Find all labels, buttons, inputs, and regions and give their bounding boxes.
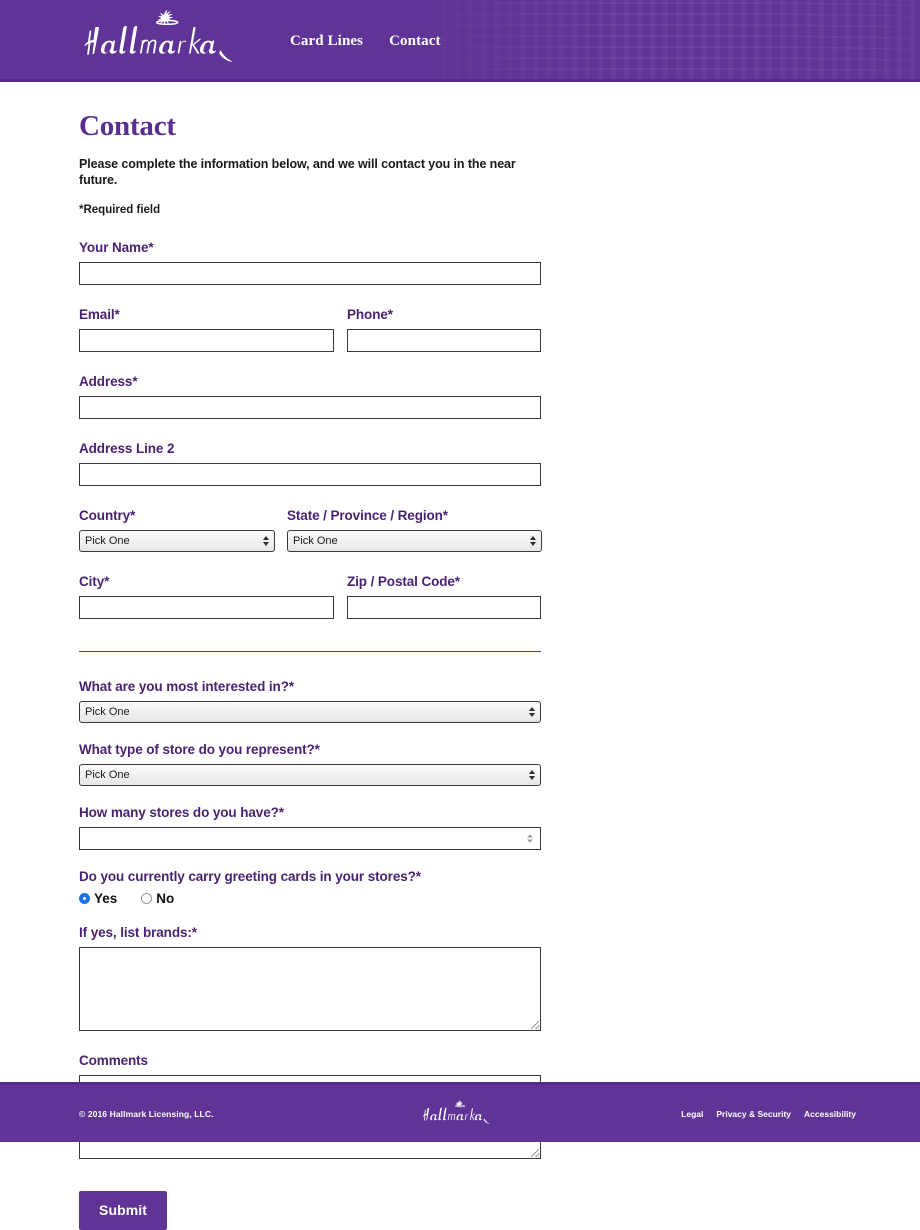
field-email: Email* [79,307,334,352]
interest-select[interactable]: Pick One [79,700,541,723]
email-input[interactable] [79,328,334,352]
field-brands: If yes, list brands:* [79,925,541,1031]
radio-yes-label: Yes [94,890,118,906]
row-city-zip: City* Zip / Postal Code* [79,574,541,619]
hallmark-logo[interactable] [72,9,262,71]
label-city: City* [79,573,110,589]
section-divider [79,650,541,652]
required-field-note: *Required field [79,203,161,216]
state-select[interactable]: Pick One [287,529,542,552]
label-zip-postal-code: Zip / Postal Code* [347,573,460,589]
label-store-count: How many stores do you have?* [79,804,284,820]
radio-no-label: No [156,890,175,906]
footer-links[interactable]: Legal Privacy & Security Accessibility [681,1109,856,1119]
store-count-wrap[interactable] [79,826,541,850]
field-address: Address* [79,374,541,419]
label-phone: Phone* [347,306,393,322]
field-address-line-2: Address Line 2 [79,441,541,486]
phone-input[interactable] [347,328,541,352]
country-select[interactable]: Pick One [79,529,275,552]
label-your-name: Your Name* [79,239,154,255]
zip-input[interactable] [347,595,541,619]
footer-link-legal[interactable]: Legal [681,1109,703,1119]
label-address-line-2: Address Line 2 [79,440,175,456]
row-email-phone: Email* Phone* [79,307,541,352]
footer-copyright: © 2016 Hallmark Licensing, LLC. [79,1108,214,1119]
interest-select-wrap[interactable]: Pick One [79,700,541,723]
field-your-name: Your Name* [79,240,541,285]
field-carry-cards: Do you currently carry greeting cards in… [79,869,541,906]
store-type-select[interactable]: Pick One [79,763,541,786]
country-select-wrap[interactable]: Pick One [79,529,275,552]
site-header: Card Lines Contact [0,0,920,82]
address-input[interactable] [79,395,541,419]
nav-link-contact[interactable]: Contact [389,33,441,50]
footer-link-accessibility[interactable]: Accessibility [804,1109,856,1119]
label-email: Email* [79,306,120,322]
address-line-2-input[interactable] [79,462,541,486]
store-count-input[interactable] [79,826,541,850]
field-city: City* [79,574,334,619]
intro-text: Please complete the information below, a… [79,157,516,188]
city-input[interactable] [79,595,334,619]
label-state-province-region: State / Province / Region* [287,507,448,523]
row-country-state: Country* Pick One State / Province / Reg… [79,508,542,552]
field-store-count: How many stores do you have?* [79,805,541,850]
field-interest: What are you most interested in?* Pick O… [79,679,541,723]
label-country: Country* [79,507,136,523]
store-type-select-wrap[interactable]: Pick One [79,763,541,786]
main-nav[interactable]: Card Lines Contact [290,33,441,50]
radio-option-yes[interactable]: Yes [79,891,117,906]
field-country: Country* Pick One [79,508,275,552]
submit-button[interactable]: Submit [79,1190,168,1230]
label-address: Address* [79,373,138,389]
label-comments: Comments [79,1052,148,1068]
state-select-wrap[interactable]: Pick One [287,529,542,552]
brands-textarea[interactable] [79,946,541,1031]
radio-no-icon[interactable] [141,892,153,904]
page-title: Contact [79,110,176,142]
footer-link-privacy-security[interactable]: Privacy & Security [716,1109,791,1119]
page-body: Contact Please complete the information … [0,82,920,1230]
radio-option-no[interactable]: No [141,891,174,906]
label-brands: If yes, list brands:* [79,924,197,940]
label-interest: What are you most interested in?* [79,678,294,694]
field-zip: Zip / Postal Code* [347,574,541,619]
field-store-type: What type of store do you represent?* Pi… [79,742,541,786]
radio-yes-icon[interactable] [79,892,90,904]
label-carry-cards: Do you currently carry greeting cards in… [79,868,421,884]
field-phone: Phone* [347,307,541,352]
footer-hallmark-logo[interactable] [417,1096,503,1132]
site-footer: © 2016 Hallmark Licensing, LLC. Legal Pr… [0,1082,920,1142]
field-state: State / Province / Region* Pick One [287,508,542,552]
label-store-type: What type of store do you represent?* [79,741,320,757]
carry-cards-radio-group[interactable]: Yes No [79,891,541,906]
your-name-input[interactable] [79,261,541,285]
contact-form-container: Contact Please complete the information … [79,82,542,1230]
brands-textarea-wrap[interactable] [79,946,541,1031]
nav-link-card-lines[interactable]: Card Lines [290,33,363,50]
